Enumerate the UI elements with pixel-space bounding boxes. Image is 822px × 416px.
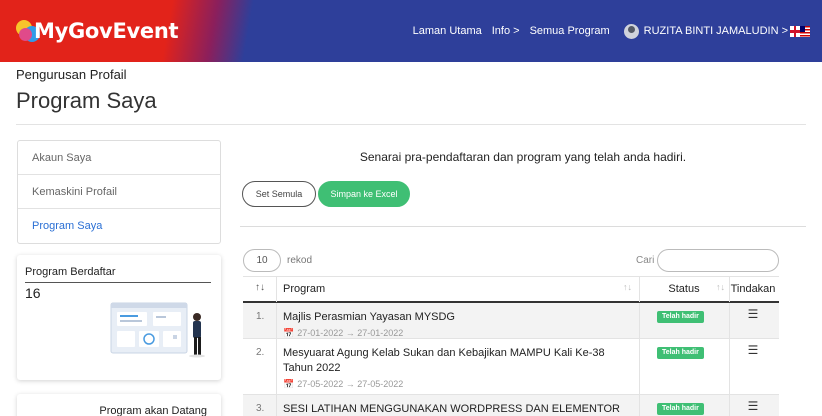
search-label: Cari <box>636 255 655 266</box>
main-divider <box>240 226 806 227</box>
table-header: ↑↓ Program ↑↓ Status ↑↓ Tindakan <box>243 276 779 303</box>
program-title[interactable]: SESI LATIHAN MENGGUNAKAN WORDPRESS DAN E… <box>283 402 628 416</box>
details-list-icon[interactable]: ☰ <box>727 399 779 413</box>
dashboard-illustration-icon <box>110 302 205 358</box>
main-nav: Laman Utama Info > Semua Program RUZITA … <box>403 0 810 62</box>
column-divider <box>639 303 640 338</box>
status-badge: Telah hadir <box>657 311 704 323</box>
row-number: 1. <box>256 311 265 322</box>
program-cell: Mesyuarat Agung Kelab Sukan dan Kebajika… <box>283 346 628 390</box>
sort-number-icon[interactable]: ↑↓ <box>255 277 265 302</box>
nav-all-programs-link[interactable]: Semua Program <box>530 25 610 37</box>
avatar-icon[interactable] <box>623 23 639 39</box>
column-divider <box>639 395 640 416</box>
page-subtitle: Pengurusan Profail <box>16 67 127 82</box>
nav-info-link[interactable]: Info > <box>492 25 520 37</box>
profile-menu: Akaun Saya Kemaskini Profail Program Say… <box>17 140 221 244</box>
program-date-range: 27-01-2022 → 27-01-2022 <box>297 328 404 338</box>
list-heading: Senarai pra-pendaftaran dan program yang… <box>359 150 687 164</box>
sort-status-icon[interactable]: ↑↓ <box>716 277 725 302</box>
table-row: 1. Majlis Perasmian Yayasan MYSDG 📅 27-01… <box>243 303 779 339</box>
nav-home-link[interactable]: Laman Utama <box>413 25 482 37</box>
reset-button[interactable]: Set Semula <box>242 181 316 207</box>
row-number: 2. <box>256 347 265 358</box>
registered-programs-count: 16 <box>25 285 41 301</box>
column-divider <box>276 303 277 338</box>
page-title: Program Saya <box>16 88 157 113</box>
column-divider <box>639 339 640 394</box>
brand-logo[interactable]: MyGovEvent <box>16 16 179 46</box>
program-title[interactable]: Majlis Perasmian Yayasan MYSDG <box>283 310 628 325</box>
column-divider <box>276 395 277 416</box>
program-cell: SESI LATIHAN MENGGUNAKAN WORDPRESS DAN E… <box>283 402 628 416</box>
registered-programs-label: Program Berdaftar <box>25 266 116 278</box>
menu-item-program-saya[interactable]: Program Saya <box>18 209 220 243</box>
sort-program-icon[interactable]: ↑↓ <box>623 277 632 302</box>
registered-programs-card: Program Berdaftar 16 <box>17 255 221 380</box>
program-title[interactable]: Mesyuarat Agung Kelab Sukan dan Kebajika… <box>283 346 628 376</box>
table-row: 2. Mesyuarat Agung Kelab Sukan dan Kebaj… <box>243 339 779 395</box>
column-action: Tindakan <box>730 283 776 295</box>
calendar-icon: 📅 <box>283 379 295 389</box>
program-date-range: 27-05-2022 → 27-05-2022 <box>297 379 404 389</box>
details-list-icon[interactable]: ☰ <box>727 343 779 357</box>
program-cell: Majlis Perasmian Yayasan MYSDG 📅 27-01-20… <box>283 310 628 339</box>
status-badge: Telah hadir <box>657 403 704 415</box>
upcoming-programs-card: Program akan Datang <box>17 394 221 416</box>
details-list-icon[interactable]: ☰ <box>727 307 779 321</box>
user-menu[interactable]: RUZITA BINTI JAMALUDIN > <box>644 25 788 37</box>
search-input[interactable] <box>657 249 779 272</box>
top-navbar: MyGovEvent Laman Utama Info > Semua Prog… <box>0 0 822 62</box>
table-row: 3. SESI LATIHAN MENGGUNAKAN WORDPRESS DA… <box>243 395 779 416</box>
export-excel-button[interactable]: Simpan ke Excel <box>318 181 410 207</box>
title-divider <box>16 124 806 125</box>
card-divider <box>25 282 211 283</box>
row-number: 3. <box>256 403 265 414</box>
records-per-page-label: rekod <box>287 255 313 266</box>
program-date: 📅 27-05-2022 → 27-05-2022 <box>283 378 628 390</box>
calendar-icon: 📅 <box>283 328 295 338</box>
records-per-page-select[interactable]: 10 <box>243 249 281 272</box>
column-divider <box>276 339 277 394</box>
program-date: 📅 27-01-2022 → 27-01-2022 <box>283 327 628 339</box>
column-program[interactable]: Program <box>283 277 325 302</box>
column-divider <box>276 277 277 302</box>
menu-item-kemaskini-profail[interactable]: Kemaskini Profail <box>18 175 220 209</box>
upcoming-programs-label: Program akan Datang <box>99 405 207 416</box>
language-flag-icon[interactable] <box>790 25 810 37</box>
brand-name: MyGovEvent <box>34 19 179 43</box>
status-badge: Telah hadir <box>657 347 704 359</box>
menu-item-akaun-saya[interactable]: Akaun Saya <box>18 141 220 175</box>
